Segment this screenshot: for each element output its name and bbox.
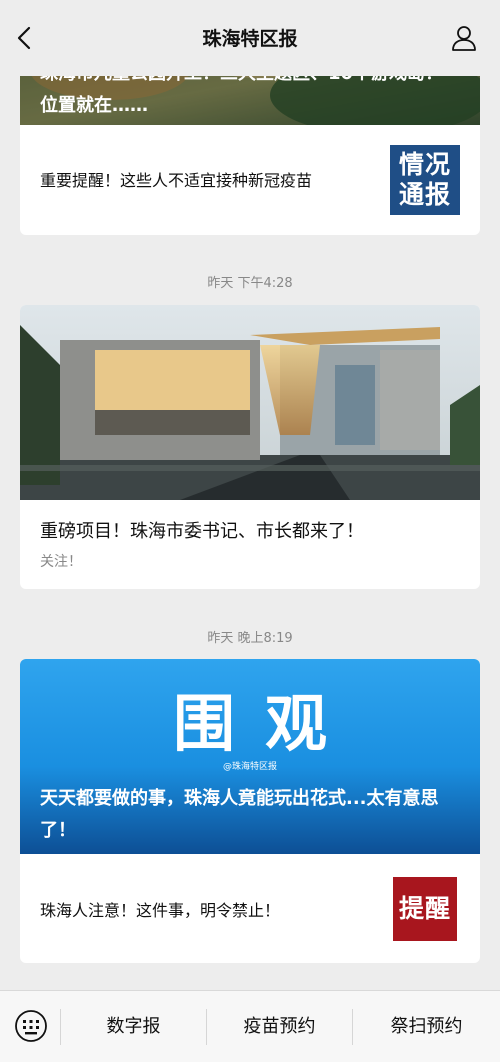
- bottom-menu-bar: 数字报 疫苗预约 祭扫预约: [0, 990, 500, 1062]
- hero-image-building[interactable]: [20, 305, 480, 500]
- thumb-text-line2: 通报: [398, 180, 451, 209]
- article-card-2[interactable]: 重磅项目！珠海市委书记、市长都来了！ 关注！: [20, 305, 480, 589]
- menu-item-tomb-sweeping-booking[interactable]: 祭扫预约: [353, 991, 500, 1062]
- timestamp: 昨天 晚上8:19: [207, 631, 293, 646]
- thumbnail-notice: 情况 通报: [390, 145, 460, 215]
- thumb-text-line1: 情况: [398, 150, 451, 179]
- page-title: 珠海特区报: [202, 28, 298, 50]
- keyboard-icon[interactable]: [14, 1009, 48, 1043]
- timestamp: 昨天 下午4:28: [207, 276, 293, 291]
- banner-watermark: @珠海特区报: [222, 762, 277, 772]
- menu-item-digital-paper[interactable]: 数字报: [61, 991, 206, 1062]
- menu-item-vaccine-booking[interactable]: 疫苗预约: [207, 991, 352, 1062]
- list-item-title[interactable]: 珠海人注意！这件事，明令禁止！: [40, 897, 280, 921]
- list-item-title[interactable]: 重要提醒！这些人不适宜接种新冠疫苗: [40, 167, 312, 191]
- hero-title[interactable]: 天天都要做的事，珠海人竟能玩出花式...太有意思了！: [40, 783, 460, 847]
- thumbnail-reminder: 提醒: [390, 874, 460, 944]
- thumb-text: 提醒: [398, 894, 451, 923]
- user-profile-icon[interactable]: [450, 24, 478, 52]
- article-card-3: 围观 @珠海特区报 天天都要做的事，珠海人竟能玩出花式...太有意思了！ 珠海人…: [20, 659, 480, 963]
- list-item[interactable]: 重要提醒！这些人不适宜接种新冠疫苗 情况 通报: [20, 125, 480, 235]
- banner-text: 围观: [172, 687, 357, 760]
- article-subtitle: 关注！: [40, 554, 82, 570]
- header-bar: 珠海特区报: [0, 0, 500, 76]
- article-title[interactable]: 重磅项目！珠海市委书记、市长都来了！: [40, 517, 364, 543]
- list-item[interactable]: 珠海人注意！这件事，明令禁止！ 提醒: [20, 854, 480, 963]
